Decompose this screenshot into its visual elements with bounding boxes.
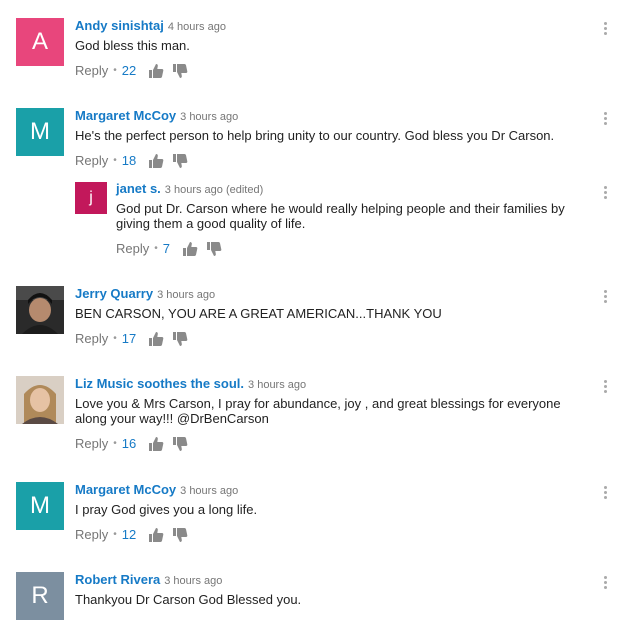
separator-dot: • (113, 438, 117, 450)
more-vertical-icon[interactable] (602, 290, 608, 304)
comment-time[interactable]: 3 hours ago (180, 485, 238, 497)
comment-actions: Reply • 12 (75, 526, 196, 542)
like-count: 22 (121, 63, 137, 79)
comment-actions: Reply • 22 (75, 62, 196, 78)
comment-time[interactable]: 4 hours ago (168, 21, 226, 33)
reply-button[interactable]: Reply (75, 436, 108, 451)
separator-dot: • (113, 529, 117, 541)
author-name[interactable]: Andy sinishtaj (75, 18, 164, 33)
comment-header: Andy sinishtaj 4 hours ago (75, 18, 226, 33)
comment-header: Liz Music soothes the soul. 3 hours ago (75, 376, 306, 391)
separator-dot: • (154, 243, 158, 255)
comment-actions: Reply • 16 (75, 435, 196, 451)
thumbs-up-icon[interactable] (148, 63, 164, 79)
comment-text: God bless this man. (75, 38, 190, 53)
thumbs-down-icon[interactable] (172, 436, 188, 452)
thumbs-down-icon[interactable] (172, 527, 188, 543)
thumbs-down-icon[interactable] (172, 63, 188, 79)
avatar[interactable]: A (16, 18, 64, 66)
comment-time[interactable]: 3 hours ago (164, 575, 222, 587)
thumbs-up-icon[interactable] (148, 527, 164, 543)
comment-actions: Reply • 7 (116, 240, 230, 256)
comment-time[interactable]: 3 hours ago (157, 289, 215, 301)
reply-button[interactable]: Reply (75, 527, 108, 542)
like-count: 16 (121, 436, 137, 452)
thumbs-down-icon[interactable] (206, 241, 222, 257)
comment-header: Margaret McCoy 3 hours ago (75, 482, 238, 497)
more-vertical-icon[interactable] (602, 486, 608, 500)
comment-time[interactable]: 3 hours ago (180, 111, 238, 123)
more-vertical-icon[interactable] (602, 576, 608, 590)
avatar[interactable]: M (16, 108, 64, 156)
reply-button[interactable]: Reply (75, 153, 108, 168)
comment-text: Thankyou Dr Carson God Blessed you. (75, 592, 302, 607)
author-name[interactable]: Margaret McCoy (75, 108, 176, 123)
comment-header: janet s. 3 hours ago (edited) (116, 181, 263, 196)
comment-header: Robert Rivera 3 hours ago (75, 572, 222, 587)
author-name[interactable]: janet s. (116, 181, 161, 196)
comment-time[interactable]: 3 hours ago (edited) (165, 184, 263, 196)
avatar[interactable] (16, 286, 64, 334)
comment-time[interactable]: 3 hours ago (248, 379, 306, 391)
reply-button[interactable]: Reply (75, 63, 108, 78)
avatar[interactable]: j (75, 182, 107, 214)
comment-header: Margaret McCoy 3 hours ago (75, 108, 238, 123)
more-vertical-icon[interactable] (602, 112, 608, 126)
author-name[interactable]: Jerry Quarry (75, 286, 153, 301)
more-vertical-icon[interactable] (602, 22, 608, 36)
reply-button[interactable]: Reply (116, 241, 149, 256)
thumbs-down-icon[interactable] (172, 153, 188, 169)
comment-actions: Reply • 18 (75, 152, 196, 168)
like-count: 12 (121, 527, 137, 543)
avatar[interactable]: M (16, 482, 64, 530)
comment-text: God put Dr. Carson where he would really… (116, 201, 565, 231)
separator-dot: • (113, 65, 117, 77)
comment-header: Jerry Quarry 3 hours ago (75, 286, 215, 301)
author-name[interactable]: Liz Music soothes the soul. (75, 376, 244, 391)
comment-text: I pray God gives you a long life. (75, 502, 258, 517)
thumbs-up-icon[interactable] (148, 153, 164, 169)
thumbs-up-icon[interactable] (182, 241, 198, 257)
separator-dot: • (113, 155, 117, 167)
thumbs-up-icon[interactable] (148, 436, 164, 452)
comment-text: He's the perfect person to help bring un… (75, 128, 555, 143)
separator-dot: • (113, 333, 117, 345)
comment-text: Love you & Mrs Carson, I pray for abunda… (75, 396, 561, 426)
like-count: 18 (121, 153, 137, 169)
like-count: 17 (121, 331, 137, 347)
avatar[interactable] (16, 376, 64, 424)
avatar[interactable]: R (16, 572, 64, 620)
comment-actions: Reply • 17 (75, 330, 196, 346)
like-count: 7 (162, 241, 170, 257)
author-name[interactable]: Robert Rivera (75, 572, 160, 587)
reply-button[interactable]: Reply (75, 331, 108, 346)
more-vertical-icon[interactable] (602, 186, 608, 200)
thumbs-down-icon[interactable] (172, 331, 188, 347)
thumbs-up-icon[interactable] (148, 331, 164, 347)
more-vertical-icon[interactable] (602, 380, 608, 394)
author-name[interactable]: Margaret McCoy (75, 482, 176, 497)
comment-text: BEN CARSON, YOU ARE A GREAT AMERICAN...T… (75, 306, 442, 321)
